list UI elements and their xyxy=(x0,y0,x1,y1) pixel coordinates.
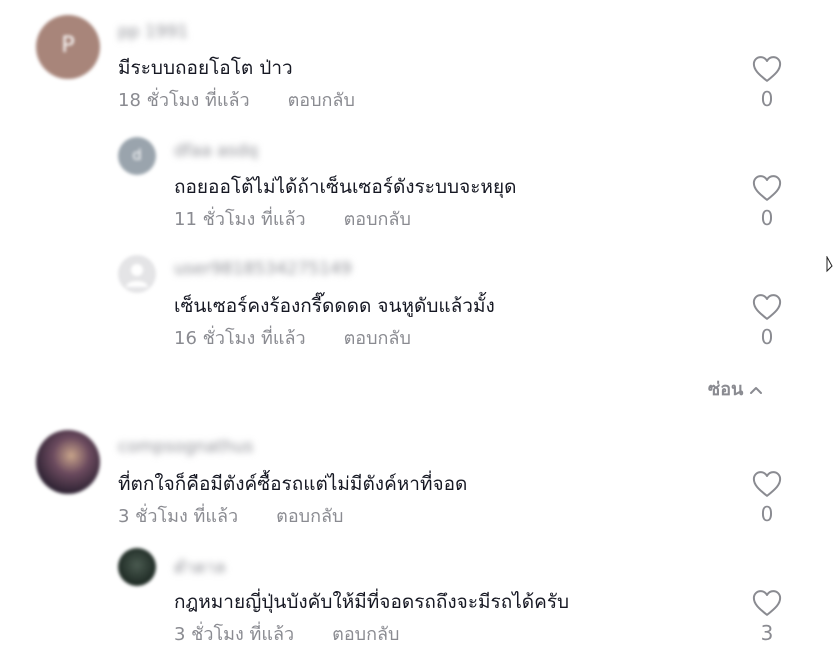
comment-time: 3 ชั่วโมง ที่แล้ว xyxy=(174,624,295,645)
like-count: 3 xyxy=(760,621,774,645)
heart-outline-icon[interactable] xyxy=(752,174,782,202)
avatar[interactable] xyxy=(36,430,100,494)
reply-item: ตำตาล กฎหมายญี่ปุ่นบังคับให้มีที่จอดรถถึ… xyxy=(0,540,833,655)
comment-time: 16 ชั่วโมง ที่แล้ว xyxy=(174,328,306,349)
reply-item: user9818534275149 เซ็นเซอร์คงร้องกรี๊ดดด… xyxy=(0,245,833,365)
like-group: 0 xyxy=(748,470,786,526)
avatar[interactable]: P xyxy=(36,15,100,79)
chevron-up-icon xyxy=(750,387,763,394)
comment-meta: 18 ชั่วโมง ที่แล้ว ตอบกลับ xyxy=(118,85,355,114)
heart-outline-icon[interactable] xyxy=(752,55,782,83)
comment-meta: 3 ชั่วโมง ที่แล้ว ตอบกลับ xyxy=(174,619,399,648)
reply-button[interactable]: ตอบกลับ xyxy=(276,506,343,527)
comment-text: มีระบบถอยโอโต ป่าว xyxy=(118,57,293,79)
comment-text: ที่ตกใจก็คือมีตังค์ซื้อรถแต่ไม่มีตังค์หา… xyxy=(118,473,468,495)
comment-time: 3 ชั่วโมง ที่แล้ว xyxy=(118,506,239,527)
comment-meta: 3 ชั่วโมง ที่แล้ว ตอบกลับ xyxy=(118,501,343,530)
reply-button[interactable]: ตอบกลับ xyxy=(344,209,411,230)
like-group: 3 xyxy=(748,589,786,645)
avatar-letter: d xyxy=(132,146,142,164)
like-group: 0 xyxy=(748,174,786,230)
comment-username[interactable]: user9818534275149 xyxy=(174,259,352,279)
comment-username[interactable]: dfaa asdq xyxy=(174,141,258,161)
mouse-cursor-icon xyxy=(826,256,833,273)
reply-button[interactable]: ตอบกลับ xyxy=(288,90,355,111)
comment-username[interactable]: compsognathus xyxy=(118,437,253,457)
avatar[interactable] xyxy=(118,255,156,293)
comment-meta: 11 ชั่วโมง ที่แล้ว ตอบกลับ xyxy=(174,204,411,233)
comment-username[interactable]: pp 1991 xyxy=(118,22,188,42)
comment-time: 18 ชั่วโมง ที่แล้ว xyxy=(118,90,250,111)
comment-text: ถอยออโต้ไม่ได้ถ้าเซ็นเซอร์ดังระบบจะหยุด xyxy=(174,176,517,198)
avatar-letter: P xyxy=(61,33,75,58)
reply-button[interactable]: ตอบกลับ xyxy=(332,624,399,645)
heart-outline-icon[interactable] xyxy=(752,470,782,498)
reply-button[interactable]: ตอบกลับ xyxy=(344,328,411,349)
like-group: 0 xyxy=(748,293,786,349)
avatar[interactable]: d xyxy=(118,137,156,175)
comment-text: เซ็นเซอร์คงร้องกรี๊ดดดด จนหูดับแล้วมั้ง xyxy=(174,295,495,317)
comment-username[interactable]: ตำตาล xyxy=(174,554,226,581)
hide-replies-label: ซ่อน xyxy=(708,379,744,400)
like-count: 0 xyxy=(760,502,774,526)
heart-outline-icon[interactable] xyxy=(752,589,782,617)
hide-replies-button[interactable]: ซ่อน xyxy=(708,374,763,403)
default-user-icon xyxy=(126,264,148,287)
comment-text: กฎหมายญี่ปุ่นบังคับให้มีที่จอดรถถึงจะมีร… xyxy=(174,591,570,613)
comment-item: P pp 1991 มีระบบถอยโอโต ป่าว 18 ชั่วโมง … xyxy=(0,0,833,125)
like-group: 0 xyxy=(748,55,786,111)
like-count: 0 xyxy=(760,206,774,230)
like-count: 0 xyxy=(760,325,774,349)
comment-meta: 16 ชั่วโมง ที่แล้ว ตอบกลับ xyxy=(174,323,411,352)
comment-time: 11 ชั่วโมง ที่แล้ว xyxy=(174,209,306,230)
reply-item: d dfaa asdq ถอยออโต้ไม่ได้ถ้าเซ็นเซอร์ดั… xyxy=(0,125,833,245)
like-count: 0 xyxy=(760,87,774,111)
comment-item: compsognathus ที่ตกใจก็คือมีตังค์ซื้อรถแ… xyxy=(0,420,833,540)
avatar[interactable] xyxy=(118,548,156,586)
heart-outline-icon[interactable] xyxy=(752,293,782,321)
